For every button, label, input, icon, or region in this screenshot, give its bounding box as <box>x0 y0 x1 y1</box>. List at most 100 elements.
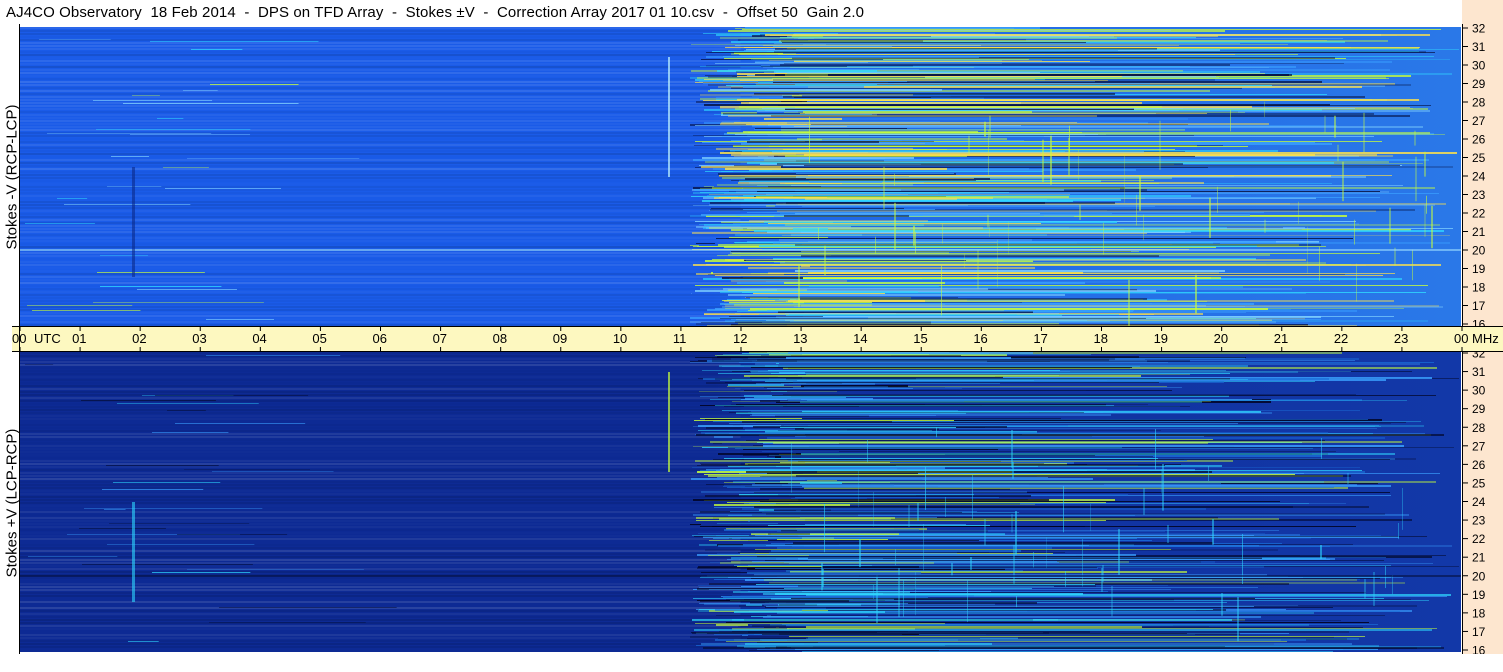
emission-streak <box>798 585 1096 587</box>
emission-streak <box>726 622 1369 623</box>
emission-streak <box>696 517 895 519</box>
texture-stripe <box>20 276 741 278</box>
emission-streak <box>776 363 779 364</box>
texture-stripe <box>20 63 741 65</box>
texture-stripe <box>20 484 741 486</box>
emission-streak <box>694 145 1223 146</box>
texture-stripe <box>20 222 741 224</box>
emission-streak <box>708 555 809 556</box>
emission-streak <box>726 641 1287 642</box>
emission-streak <box>691 44 1288 45</box>
burst-streak <box>1356 263 1357 302</box>
texture-stripe <box>20 361 741 363</box>
texture-stripe <box>20 439 741 441</box>
burst-streak <box>1321 438 1322 459</box>
emission-streak <box>793 170 813 171</box>
emission-streak <box>725 382 1159 383</box>
texture-stripe <box>20 201 741 203</box>
emission-streak <box>751 59 1450 60</box>
burst-streak <box>1264 101 1265 118</box>
burst-streak <box>1143 488 1145 515</box>
emission-streak <box>791 185 1403 186</box>
emission-streak <box>117 403 259 404</box>
emission-streak <box>710 89 942 91</box>
texture-stripe <box>20 424 741 426</box>
emission-streak <box>795 270 1225 272</box>
texture-stripe <box>20 162 741 164</box>
emission-streak <box>729 412 1084 413</box>
burst-streak <box>883 166 885 210</box>
frequency-tick-label: 31 <box>1472 365 1486 379</box>
emission-streak <box>700 94 913 96</box>
chart-title: AJ4CO Observatory 18 Feb 2014 - DPS on T… <box>6 4 865 21</box>
time-tick-label: 00 <box>1454 331 1468 346</box>
texture-stripe <box>20 165 741 167</box>
texture-stripe <box>20 192 741 194</box>
emission-streak <box>797 138 1007 140</box>
texture-stripe <box>20 586 741 588</box>
emission-streak <box>727 502 1106 503</box>
frequency-tick-label: 31 <box>1472 40 1486 54</box>
texture-stripe <box>20 138 741 140</box>
burst-streak <box>1139 175 1141 211</box>
emission-streak <box>768 533 810 535</box>
emission-streak <box>783 118 1188 120</box>
emission-streak <box>767 437 1385 439</box>
emission-streak <box>106 465 219 466</box>
burst-streak <box>1065 571 1066 587</box>
time-tick-label: 02 <box>132 331 146 346</box>
emission-streak <box>763 616 1261 618</box>
emission-streak <box>745 27 1040 29</box>
emission-streak <box>729 316 823 317</box>
emission-streak <box>750 590 878 591</box>
emission-streak <box>786 202 1115 204</box>
burst-streak <box>1414 130 1416 146</box>
emission-streak <box>746 440 1325 441</box>
emission-streak <box>773 79 1215 81</box>
emission-streak <box>695 623 945 624</box>
burst-streak <box>1363 112 1365 153</box>
emission-streak <box>795 84 877 85</box>
frequency-tick-label: 16 <box>1472 644 1486 655</box>
texture-stripe <box>20 306 741 308</box>
texture-stripe <box>20 547 741 549</box>
emission-streak <box>152 572 251 573</box>
emission-streak <box>801 251 1139 252</box>
time-tick-label: 20 <box>1214 331 1228 346</box>
emission-streak <box>747 572 921 574</box>
emission-streak <box>788 300 925 302</box>
emission-streak <box>727 386 1167 387</box>
texture-stripe <box>20 418 741 420</box>
texture-stripe <box>20 622 741 624</box>
texture-stripe <box>20 460 741 462</box>
frequency-tick-label: 32 <box>1472 24 1486 36</box>
emission-streak <box>717 523 778 524</box>
emission-streak <box>715 639 1306 641</box>
burst-streak <box>984 121 986 137</box>
texture-stripe <box>20 81 741 83</box>
emission-streak <box>796 173 954 174</box>
emission-streak <box>695 285 1428 286</box>
texture-stripe <box>20 487 741 489</box>
emission-streak <box>777 531 1165 532</box>
emission-streak <box>779 40 1388 42</box>
emission-streak <box>764 605 1298 606</box>
emission-streak <box>209 622 366 623</box>
emission-streak <box>765 365 778 367</box>
texture-stripe <box>20 246 741 248</box>
burst-streak <box>1373 572 1375 606</box>
emission-streak <box>696 434 1444 436</box>
emission-streak <box>25 223 95 224</box>
time-tick-label: 04 <box>252 331 266 346</box>
time-tick-label: 05 <box>312 331 326 346</box>
texture-stripe <box>20 496 741 498</box>
emission-streak <box>791 598 1255 599</box>
emission-streak <box>774 51 1426 53</box>
burst-streak <box>970 557 972 570</box>
emission-streak <box>764 159 810 161</box>
texture-stripe <box>20 463 741 465</box>
burst-streak <box>1162 464 1164 511</box>
emission-streak <box>732 557 1386 558</box>
emission-streak <box>731 180 976 181</box>
emission-streak <box>709 227 983 229</box>
